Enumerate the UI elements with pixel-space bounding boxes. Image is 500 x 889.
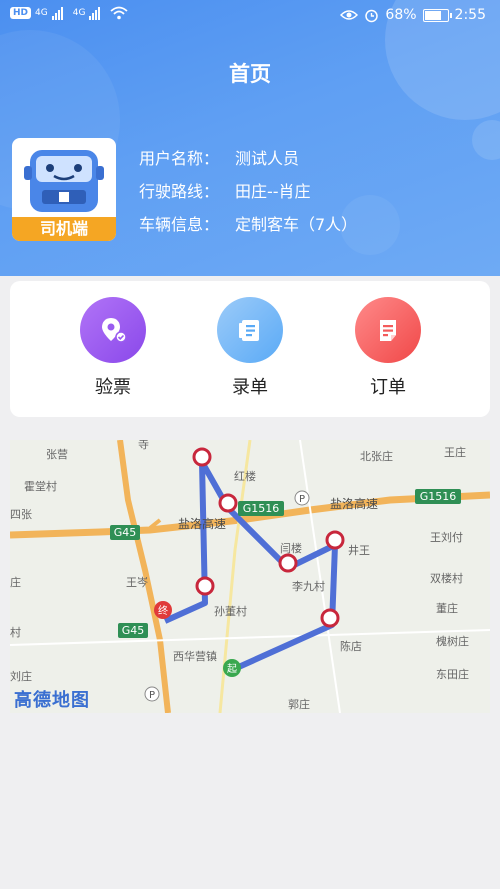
road-label: G1516: [420, 490, 457, 503]
signal-icon: [89, 6, 101, 20]
place-label: 双楼村: [430, 571, 463, 585]
place-label: 董庄: [436, 601, 458, 615]
info-value: 测试人员: [235, 149, 300, 168]
place-label: 北张庄: [360, 449, 393, 463]
status-left: HD 4G 4G: [10, 6, 129, 20]
battery-icon: [422, 8, 452, 22]
place-label: 王庄: [444, 445, 466, 459]
place-label: 东田庄: [436, 667, 469, 681]
verify-ticket-button[interactable]: 验票: [73, 297, 153, 399]
page-title: 首页: [229, 62, 271, 86]
battery-fill: [424, 10, 441, 20]
stop-marker[interactable]: [218, 493, 238, 513]
map-brand-logo: 高德地图: [14, 690, 90, 711]
record-order-button[interactable]: 录单: [210, 297, 290, 399]
status-bar: HD 4G 4G 68% 2:55: [0, 0, 500, 34]
start-marker-label: 起: [227, 663, 237, 675]
info-key: 用户名称：: [139, 149, 220, 168]
verify-ticket-label: 验票: [95, 377, 131, 398]
place-label: 槐树庄: [436, 634, 469, 648]
place-label: 王岑: [126, 576, 148, 589]
signal-icon: [51, 6, 63, 20]
place-label: 孙董村: [214, 604, 247, 618]
road-name: 盐洛高速: [330, 496, 378, 511]
road-label: G45: [114, 526, 137, 539]
clock: 2:55: [454, 7, 486, 23]
place-label: 村: [10, 625, 21, 639]
order-icon: [355, 297, 421, 363]
place-label: 红楼: [234, 469, 256, 483]
place-label: 李九村: [292, 579, 325, 593]
place-label: 陈店: [340, 639, 362, 653]
start-marker[interactable]: 起: [223, 659, 241, 677]
header: HD 4G 4G 68% 2:55 首页 司机端 用户名称： 测试人员 行驶路线…: [0, 0, 500, 276]
place-label: 闫楼: [280, 541, 302, 555]
alarm-icon: [365, 9, 379, 22]
place-label: 王刘付: [430, 531, 463, 544]
place-label: 霍堂村: [24, 479, 57, 493]
status-right: 68% 2:55: [340, 7, 486, 23]
road-minor: [10, 629, 490, 646]
record-order-label: 录单: [232, 377, 268, 398]
place-label: 张营: [46, 447, 68, 461]
eye-icon: [340, 10, 359, 20]
stop-marker[interactable]: [192, 447, 212, 467]
place-label: 西华营镇: [173, 649, 217, 663]
orders-button[interactable]: 订单: [348, 297, 428, 399]
decor-bubble: [472, 120, 500, 160]
info-key: 车辆信息：: [139, 215, 220, 234]
road-name: 盐洛高速: [178, 516, 226, 531]
network-type-1: 4G: [35, 8, 48, 18]
info-key: 行驶路线：: [139, 182, 220, 201]
network-type-2: 4G: [72, 8, 86, 18]
orders-label: 订单: [370, 377, 406, 398]
route-map[interactable]: 起 终 G45 G45 G1516 G1516 盐洛高速 盐洛高速 张营 霍堂村…: [10, 440, 490, 713]
info-row-user: 用户名称： 测试人员: [139, 146, 357, 179]
end-marker-label: 终: [158, 604, 168, 617]
info-value: 田庄--肖庄: [235, 182, 311, 201]
avatar[interactable]: 司机端: [12, 138, 116, 241]
place-label: 井王: [348, 543, 370, 557]
parking-icon: P: [144, 686, 160, 702]
parking-icon: P: [294, 490, 310, 506]
avatar-label: 司机端: [12, 217, 116, 241]
battery-percent: 68%: [385, 7, 417, 23]
end-marker[interactable]: 终: [154, 601, 172, 619]
document-list-icon: [217, 297, 283, 363]
info-row-vehicle: 车辆信息： 定制客车（7人）: [139, 212, 357, 245]
driver-info: 用户名称： 测试人员 行驶路线： 田庄--肖庄 车辆信息： 定制客车（7人）: [139, 146, 357, 245]
stop-marker[interactable]: [320, 608, 340, 628]
place-label: 寺: [138, 440, 149, 451]
map-canvas[interactable]: 起 终 G45 G45 G1516 G1516 盐洛高速 盐洛高速 张营 霍堂村…: [10, 440, 490, 713]
road-label: G1516: [243, 502, 280, 515]
ticket-check-icon: [80, 297, 146, 363]
place-label: 庄: [10, 575, 21, 589]
wifi-icon: [110, 6, 129, 20]
svg-text:P: P: [299, 494, 305, 505]
place-label: 四张: [10, 508, 32, 521]
road-label: G45: [122, 624, 145, 637]
stop-marker[interactable]: [195, 576, 215, 596]
svg-text:P: P: [149, 690, 155, 701]
stop-marker[interactable]: [325, 530, 345, 550]
bus-mascot-icon: [24, 150, 104, 212]
info-row-route: 行驶路线： 田庄--肖庄: [139, 179, 357, 212]
place-label: 郭庄: [288, 697, 310, 711]
info-value: 定制客车（7人）: [235, 215, 358, 234]
stop-marker[interactable]: [278, 553, 298, 573]
action-card: 验票 录单 订单: [10, 281, 490, 417]
place-label: 刘庄: [10, 669, 32, 683]
hd-icon: HD: [10, 7, 32, 19]
